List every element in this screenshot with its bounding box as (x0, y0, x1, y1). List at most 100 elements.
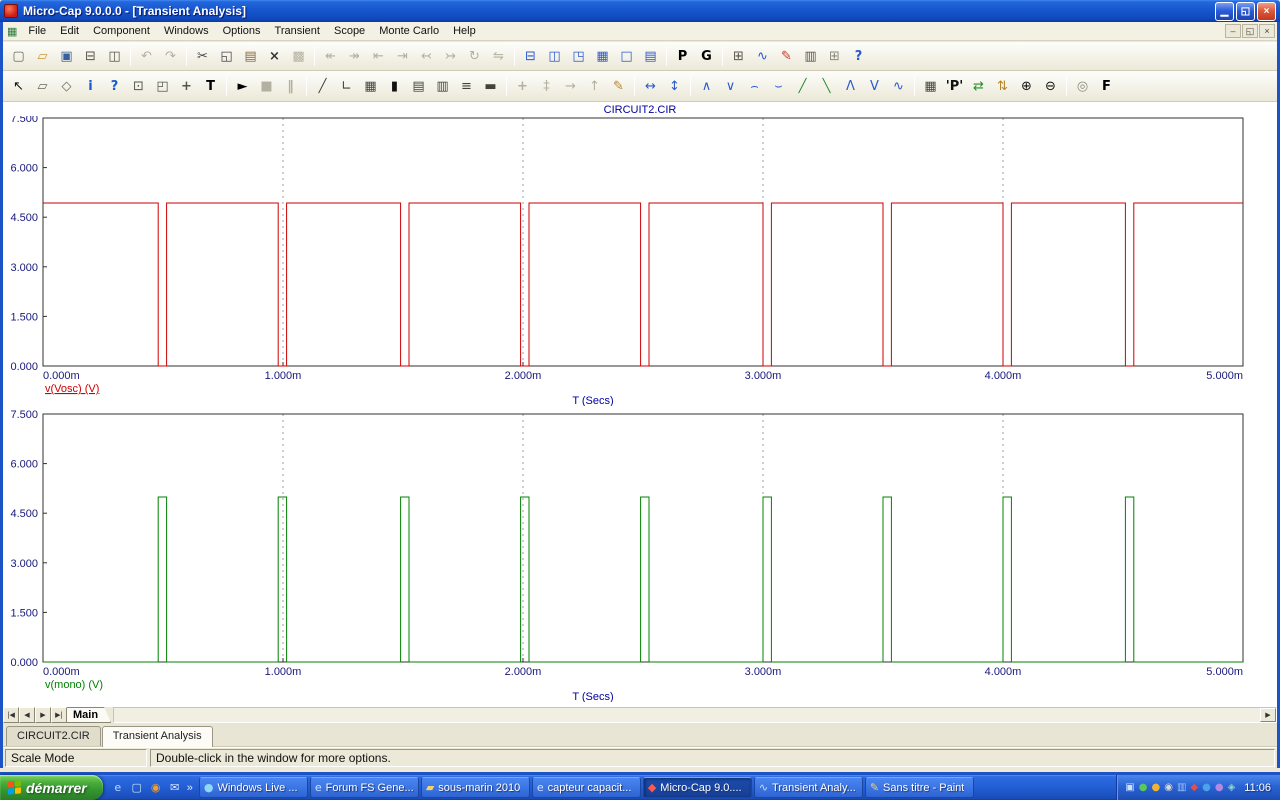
internet-explorer-icon[interactable]: e (110, 780, 126, 796)
print-preview-icon[interactable]: ◫ (103, 45, 126, 67)
task-micro-cap-9-0-[interactable]: ◆ Micro-Cap 9.0.... (642, 777, 752, 798)
copy-icon[interactable]: ◱ (215, 45, 238, 67)
grid-icon[interactable]: ▤ (407, 75, 430, 97)
prev-sheet-button[interactable]: ◀ (19, 707, 35, 723)
clear-icon[interactable]: × (263, 45, 286, 67)
close-button[interactable]: × (1257, 1, 1276, 21)
graphics-mode-icon[interactable]: ▱ (31, 75, 54, 97)
low-icon[interactable]: ⌣ (767, 75, 790, 97)
graphics-tray-icon[interactable]: ● (1202, 782, 1211, 793)
normalize-y-icon[interactable]: ⇅ (991, 75, 1014, 97)
first-sheet-button[interactable]: |◀ (3, 707, 19, 723)
last-sheet-button[interactable]: ▶| (51, 707, 67, 723)
calculator-icon[interactable]: ⊞ (823, 45, 846, 67)
line-mode-icon[interactable]: ╱ (311, 75, 334, 97)
region-select-icon[interactable]: ⊡ (127, 75, 150, 97)
menu-help[interactable]: Help (446, 23, 483, 39)
messenger-tray-icon[interactable]: ● (1139, 782, 1148, 793)
menu-edit[interactable]: Edit (53, 23, 86, 39)
task-capteur-capacit-[interactable]: e capteur capacit... (531, 777, 641, 798)
horizontal-lines-icon[interactable]: ≡ (455, 75, 478, 97)
black-rectangle-icon[interactable]: ▮ (383, 75, 406, 97)
tab-transient-analysis[interactable]: Transient Analysis (101, 726, 213, 747)
menu-transient[interactable]: Transient (268, 23, 327, 39)
language-indicator[interactable]: ▣ (1125, 782, 1134, 793)
help-mode-icon[interactable]: ? (103, 75, 126, 97)
menu-file[interactable]: File (21, 23, 53, 39)
restore-button[interactable]: ◱ (1236, 1, 1255, 21)
outlook-icon[interactable]: ✉ (167, 780, 183, 796)
maximize-window-icon[interactable]: □ (615, 45, 638, 67)
probe-pen-icon[interactable]: ✎ (775, 45, 798, 67)
numeric-output-window-icon[interactable]: ▤ (639, 45, 662, 67)
p-key-button[interactable]: P (671, 45, 694, 67)
antivirus-tray-icon[interactable]: ◆ (1190, 782, 1198, 793)
scheduler-tray-icon[interactable]: ● (1215, 782, 1224, 793)
show-desktop-icon[interactable]: ▢ (129, 780, 145, 796)
volume-tray-icon[interactable]: ◉ (1164, 782, 1173, 793)
usb-tray-icon[interactable]: ◈ (1228, 782, 1236, 793)
baseline-icon[interactable]: ▬ (479, 75, 502, 97)
wire-mode-icon[interactable]: ∟ (335, 75, 358, 97)
next-sheet-button[interactable]: ▶ (35, 707, 51, 723)
network-tray-icon[interactable]: ▥ (1177, 782, 1186, 793)
menu-options[interactable]: Options (216, 23, 268, 39)
peak-icon[interactable]: ∧ (695, 75, 718, 97)
mdi-close-button[interactable]: × (1259, 24, 1275, 38)
task-windows-live-[interactable]: ● Windows Live ... (198, 777, 308, 798)
start-button[interactable]: démarrer (0, 775, 103, 800)
bar-chart-icon[interactable]: ▥ (431, 75, 454, 97)
split-vertical-icon[interactable]: ◫ (543, 45, 566, 67)
properties-icon[interactable]: ◎ (1071, 75, 1094, 97)
print-icon[interactable]: ⊟ (79, 45, 102, 67)
paste-icon[interactable]: ▤ (239, 45, 262, 67)
waveform-icon[interactable]: ∿ (887, 75, 910, 97)
menu-windows[interactable]: Windows (157, 23, 216, 39)
bottom-icon[interactable]: V (863, 75, 886, 97)
info-mode-icon[interactable]: i (79, 75, 102, 97)
tile-windows-icon[interactable]: ▦ (591, 45, 614, 67)
run-button[interactable]: ► (231, 75, 254, 97)
sheet-tab-main[interactable]: Main (67, 707, 111, 723)
save-icon[interactable]: ▣ (55, 45, 78, 67)
zoom-in-icon[interactable]: ⊕ (1015, 75, 1038, 97)
normalize-x-icon[interactable]: ⇄ (967, 75, 990, 97)
g-key-button[interactable]: G (695, 45, 718, 67)
mdi-restore-button[interactable]: ◱ (1242, 24, 1258, 38)
scroll-right-button[interactable]: ▶ (1260, 708, 1276, 722)
task-sans-titre-paint[interactable]: ✎ Sans titre - Paint (864, 777, 974, 798)
rise-edge-icon[interactable]: ╱ (791, 75, 814, 97)
p-cursor-icon[interactable]: 'P' (943, 75, 966, 97)
valley-icon[interactable]: ∨ (719, 75, 742, 97)
menu-component[interactable]: Component (86, 23, 157, 39)
top-icon[interactable]: Λ (839, 75, 862, 97)
font-button[interactable]: F (1095, 75, 1118, 97)
task-forum-fs-gene-[interactable]: e Forum FS Gene... (309, 777, 419, 798)
split-horizontal-icon[interactable]: ⊟ (519, 45, 542, 67)
scale-mode-icon[interactable]: ◰ (151, 75, 174, 97)
text-mode-icon[interactable]: T (199, 75, 222, 97)
menu-monte-carlo[interactable]: Monte Carlo (372, 23, 446, 39)
help-topics-icon[interactable]: ? (847, 45, 870, 67)
minimize-button[interactable]: ▁ (1215, 1, 1234, 21)
task-sous-marin-2010[interactable]: ▰ sous-marin 2010 (420, 777, 530, 798)
open-file-icon[interactable]: ▱ (31, 45, 54, 67)
cursor-mode-icon[interactable]: + (175, 75, 198, 97)
data-points-icon[interactable]: ▦ (359, 75, 382, 97)
fall-edge-icon[interactable]: ╲ (815, 75, 838, 97)
model-program-icon[interactable]: ▥ (799, 45, 822, 67)
align-cursors-horizontal-icon[interactable]: ↔ (639, 75, 662, 97)
zoom-out-icon[interactable]: ⊖ (1039, 75, 1062, 97)
cut-icon[interactable]: ✂ (191, 45, 214, 67)
menu-scope[interactable]: Scope (327, 23, 372, 39)
horizontal-scrollbar[interactable]: ▶ (113, 707, 1277, 723)
media-player-icon[interactable]: ◉ (148, 780, 164, 796)
cascade-windows-icon[interactable]: ◳ (567, 45, 590, 67)
mdi-minimize-button[interactable]: – (1225, 24, 1241, 38)
task-transient-analy-[interactable]: ∿ Transient Analy... (753, 777, 863, 798)
component-editor-icon[interactable]: ⊞ (727, 45, 750, 67)
high-icon[interactable]: ⌢ (743, 75, 766, 97)
select-mode-icon[interactable]: ↖ (7, 75, 30, 97)
align-cursors-vertical-icon[interactable]: ↕ (663, 75, 686, 97)
update-tray-icon[interactable]: ● (1151, 782, 1160, 793)
